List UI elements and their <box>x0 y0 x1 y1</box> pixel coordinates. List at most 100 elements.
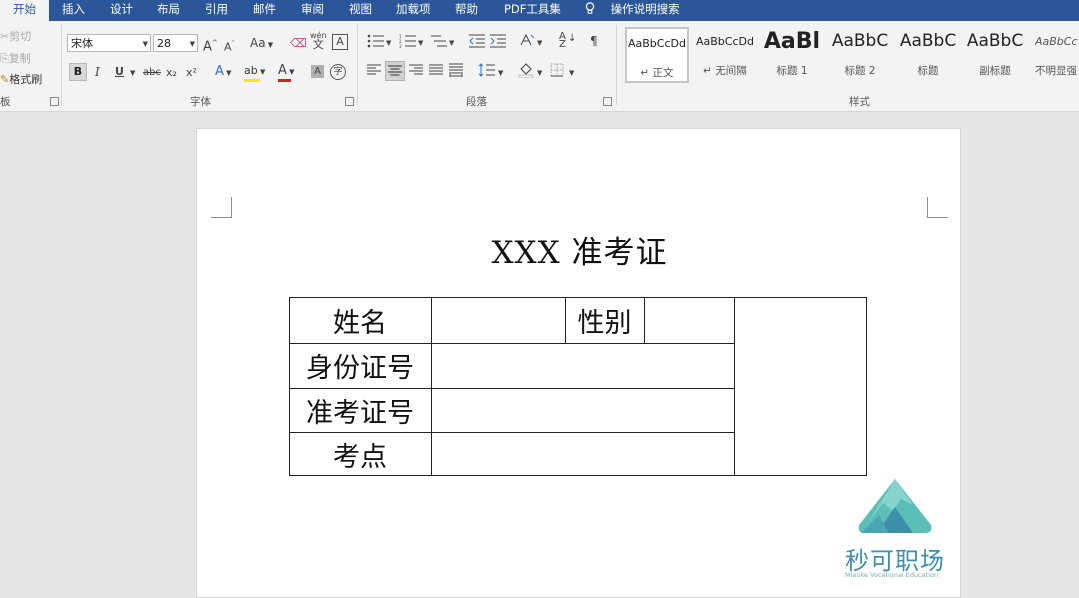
tab-design[interactable]: 设计 <box>110 0 133 21</box>
style-heading-1[interactable]: AaBl 标题 1 <box>760 27 824 83</box>
change-case-button[interactable]: Aa ▼ <box>250 35 273 53</box>
chinese-layout-icon[interactable] <box>519 33 535 51</box>
svg-text:3: 3 <box>399 44 402 48</box>
paintbrush-icon: ✎ <box>0 73 10 86</box>
tab-home[interactable]: 开始 <box>0 0 49 21</box>
chevron-down-icon[interactable]: ▼ <box>386 35 391 51</box>
document-title[interactable]: XXX 准考证 <box>197 227 962 272</box>
tab-view[interactable]: 视图 <box>349 0 372 21</box>
cut-button[interactable]: ✂剪切 <box>0 28 31 44</box>
bold-button[interactable]: B <box>69 63 87 81</box>
bullets-icon[interactable] <box>367 34 385 52</box>
highlight-button[interactable]: ab ▼ <box>244 63 265 82</box>
table-border <box>289 388 735 389</box>
tab-references[interactable]: 引用 <box>205 0 228 21</box>
font-dialog-launcher[interactable] <box>345 97 354 106</box>
style-no-spacing[interactable]: AaBbCcDd ↵ 无间隔 <box>693 27 757 83</box>
underline-button[interactable]: U <box>115 64 124 80</box>
justify-icon[interactable] <box>429 64 443 80</box>
paragraph-group-label: 段落 <box>466 96 487 108</box>
font-color-button[interactable]: A ▼ <box>278 63 295 82</box>
styles-gallery: AaBbCcDd ↵ 正文 AaBbCcDd ↵ 无间隔 AaBl 标题 1 A… <box>622 27 1079 87</box>
table-border <box>734 297 735 476</box>
numbering-icon[interactable]: 123 <box>399 34 417 52</box>
align-center-icon <box>388 65 402 76</box>
margin-corner-mark <box>211 197 232 218</box>
ribbon-tab-bar: 开始 插入 设计 布局 引用 邮件 审阅 视图 加载项 帮助 PDF工具集 操作… <box>0 0 1079 21</box>
format-painter-button[interactable]: ✎格式刷 <box>0 71 42 87</box>
chevron-down-icon: ▼ <box>142 40 148 48</box>
shrink-font-button[interactable]: Aˇ <box>224 36 235 56</box>
paragraph-dialog-launcher[interactable] <box>603 97 612 106</box>
tab-help[interactable]: 帮助 <box>455 0 478 21</box>
italic-button[interactable]: I <box>95 64 100 80</box>
multilevel-list-icon[interactable] <box>430 34 448 52</box>
show-marks-icon[interactable]: ¶ <box>590 33 598 49</box>
chevron-down-icon[interactable]: ▼ <box>130 65 135 81</box>
label-ticket-number[interactable]: 准考证号 <box>289 391 431 430</box>
table-border <box>289 343 735 344</box>
chevron-down-icon[interactable]: ▼ <box>537 35 542 51</box>
mountain-logo-icon <box>858 479 932 533</box>
style-subtitle[interactable]: AaBbC 副标题 <box>963 27 1027 83</box>
clipboard-dialog-launcher[interactable] <box>50 97 59 106</box>
tab-pdf-tools[interactable]: PDF工具集 <box>504 0 561 21</box>
phonetic-guide-button[interactable]: wén 文 <box>310 31 327 50</box>
subscript-button[interactable]: x₂ <box>166 65 177 81</box>
align-left-icon[interactable] <box>367 64 381 80</box>
line-spacing-icon[interactable] <box>478 63 496 81</box>
divider <box>61 25 62 105</box>
tab-layout[interactable]: 布局 <box>157 0 180 21</box>
chevron-down-icon[interactable]: ▼ <box>418 35 423 51</box>
style-title[interactable]: AaBbC 标题 <box>896 27 960 83</box>
sort-icon[interactable]: A Z ↓ <box>559 32 576 50</box>
chevron-down-icon: ▼ <box>189 40 195 48</box>
font-name-combo[interactable]: 宋体 ▼ <box>67 34 151 52</box>
style-heading-2[interactable]: AaBbC 标题 2 <box>828 27 892 83</box>
decrease-indent-icon[interactable] <box>468 34 486 52</box>
label-gender[interactable]: 性别 <box>565 301 644 340</box>
distribute-icon[interactable] <box>449 63 463 81</box>
character-border-button[interactable]: A <box>332 34 348 50</box>
style-subtle-emphasis[interactable]: AaBbCc 不明显强 <box>1031 27 1079 83</box>
label-id-number[interactable]: 身份证号 <box>289 346 431 385</box>
document-page[interactable]: XXX 准考证 姓名 性别 身份证号 准考证号 考点 秒可职场 Miaoke V… <box>196 128 961 598</box>
chevron-down-icon[interactable]: ▼ <box>498 65 503 81</box>
enclose-characters-button[interactable]: 字 <box>330 64 346 80</box>
tab-addins[interactable]: 加载项 <box>396 0 431 21</box>
shading-bucket-icon[interactable] <box>518 62 534 82</box>
superscript-button[interactable]: x² <box>186 65 197 81</box>
tell-me-label: 操作说明搜索 <box>610 2 680 16</box>
style-normal[interactable]: AaBbCcDd ↵ 正文 <box>625 27 689 83</box>
copy-icon: ⎘ <box>0 52 9 65</box>
tab-insert[interactable]: 插入 <box>62 0 85 21</box>
table-border <box>431 297 432 476</box>
borders-icon[interactable] <box>550 63 564 81</box>
character-shading-button[interactable]: A <box>311 65 324 78</box>
label-exam-site[interactable]: 考点 <box>289 435 431 474</box>
font-size-combo[interactable]: 28 ▼ <box>153 34 198 52</box>
table-border <box>289 475 867 476</box>
increase-indent-icon[interactable] <box>489 34 507 52</box>
label-name[interactable]: 姓名 <box>289 301 431 340</box>
strikethrough-button[interactable]: abc <box>143 65 161 81</box>
align-right-icon[interactable] <box>409 64 423 80</box>
ribbon: ✂剪切 ⎘复制 ✎格式刷 板 宋体 ▼ 28 ▼ A^ Aˇ Aa ▼ ⌫ wén 文… <box>0 21 1079 112</box>
chevron-down-icon[interactable]: ▼ <box>537 65 542 81</box>
copy-button[interactable]: ⎘复制 <box>0 50 31 66</box>
font-group-label: 字体 <box>190 96 211 108</box>
grow-font-button[interactable]: A^ <box>203 35 218 55</box>
tell-me-search[interactable]: 操作说明搜索 <box>585 0 680 21</box>
admission-ticket-table[interactable]: 姓名 性别 身份证号 准考证号 考点 <box>289 297 867 476</box>
text-effects-button[interactable]: A ▼ <box>215 64 232 81</box>
highlight-color-bar <box>244 79 260 82</box>
divider <box>357 25 358 105</box>
clear-formatting-icon[interactable]: ⌫ <box>290 35 307 51</box>
align-center-button[interactable] <box>385 61 405 81</box>
tab-mailings[interactable]: 邮件 <box>253 0 276 21</box>
tab-review[interactable]: 审阅 <box>301 0 324 21</box>
chevron-down-icon[interactable]: ▼ <box>569 65 574 81</box>
styles-group-label: 样式 <box>849 96 870 108</box>
chevron-down-icon[interactable]: ▼ <box>449 35 454 51</box>
table-border <box>289 297 867 298</box>
